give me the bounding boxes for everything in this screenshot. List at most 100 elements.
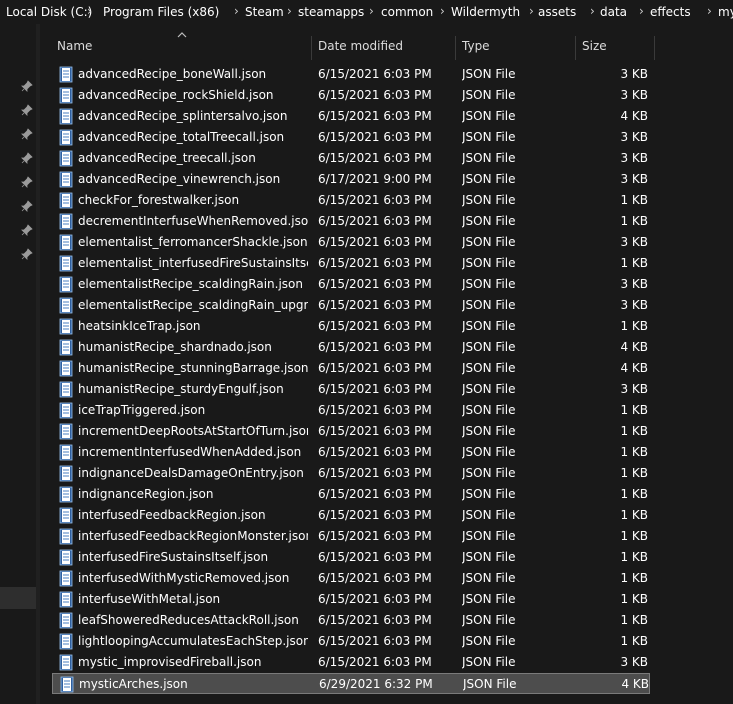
file-name: interfusedFireSustainsItself.json xyxy=(78,550,269,564)
file-row[interactable]: humanistRecipe_stunningBarrage.json 6/15/… xyxy=(52,358,650,379)
nav-pane-splitter[interactable] xyxy=(36,24,40,704)
json-file-icon xyxy=(59,633,73,650)
breadcrumb-item-wildermyth[interactable]: Wildermyth xyxy=(451,5,520,19)
breadcrumb-item-mystic[interactable]: mystic xyxy=(718,5,733,19)
file-row[interactable]: incrementInterfusedWhenAdded.json 6/15/20… xyxy=(52,442,650,463)
file-size: 4 KB xyxy=(621,677,649,691)
file-row[interactable]: leafShoweredReducesAttackRoll.json 6/15/2… xyxy=(52,610,650,631)
breadcrumb-item-data[interactable]: data xyxy=(600,5,627,19)
file-name: interfusedFeedbackRegion.json xyxy=(78,508,266,522)
chevron-right-icon[interactable]: › xyxy=(87,4,92,18)
breadcrumb-item-effects[interactable]: effects xyxy=(650,5,691,19)
file-row[interactable]: iceTrapTriggered.json 6/15/2021 6:03 PM JS… xyxy=(52,400,650,421)
file-row[interactable]: interfuseWithMetal.json 6/15/2021 6:03 PM… xyxy=(52,589,650,610)
file-row[interactable]: interfusedFeedbackRegionMonster.json 6/15… xyxy=(52,526,650,547)
breadcrumb-item-assets[interactable]: assets xyxy=(538,5,576,19)
pin-icon[interactable] xyxy=(21,224,33,236)
file-row[interactable]: advancedRecipe_splintersalvo.json 6/15/20… xyxy=(52,106,650,127)
file-row[interactable]: elementalistRecipe_scaldingRain_upgrad..… xyxy=(52,295,650,316)
json-file-icon xyxy=(59,465,73,482)
pin-icon[interactable] xyxy=(21,80,33,92)
file-size: 1 KB xyxy=(620,403,648,417)
file-size: 3 KB xyxy=(620,235,648,249)
pin-icon[interactable] xyxy=(21,248,33,260)
breadcrumb-item-common[interactable]: common xyxy=(381,5,433,19)
chevron-right-icon[interactable]: › xyxy=(529,4,534,18)
column-divider[interactable] xyxy=(311,36,312,60)
json-file-icon xyxy=(59,549,73,566)
column-divider[interactable] xyxy=(654,36,655,60)
file-type: JSON File xyxy=(462,319,516,333)
breadcrumb-item-steam[interactable]: Steam xyxy=(245,5,284,19)
pin-icon[interactable] xyxy=(21,104,33,116)
file-row[interactable]: decrementInterfuseWhenRemoved.json 6/15/2… xyxy=(52,211,650,232)
file-row[interactable]: advancedRecipe_boneWall.json 6/15/2021 6:… xyxy=(52,64,650,85)
file-date-modified: 6/15/2021 6:03 PM xyxy=(318,592,432,606)
json-file-icon xyxy=(59,192,73,209)
file-row[interactable]: mystic_improvisedFireball.json 6/15/2021 … xyxy=(52,652,650,673)
chevron-right-icon[interactable]: › xyxy=(234,4,239,18)
nav-selected-item[interactable] xyxy=(0,587,36,609)
file-row[interactable]: elementalistRecipe_scaldingRain.json 6/15… xyxy=(52,274,650,295)
pin-icon[interactable] xyxy=(21,176,33,188)
file-row[interactable]: interfusedFeedbackRegion.json 6/15/2021 6… xyxy=(52,505,650,526)
file-type: JSON File xyxy=(462,466,516,480)
file-type: JSON File xyxy=(462,424,516,438)
file-row[interactable]: advancedRecipe_rockShield.json 6/15/2021 … xyxy=(52,85,650,106)
file-row[interactable]: heatsinkIceTrap.json 6/15/2021 6:03 PM JSO… xyxy=(52,316,650,337)
chevron-right-icon[interactable]: › xyxy=(369,4,374,18)
chevron-right-icon[interactable]: › xyxy=(707,4,712,18)
column-divider[interactable] xyxy=(455,36,456,60)
file-type: JSON File xyxy=(462,298,516,312)
file-date-modified: 6/15/2021 6:03 PM xyxy=(318,235,432,249)
file-row[interactable]: humanistRecipe_shardnado.json 6/15/2021 6… xyxy=(52,337,650,358)
chevron-right-icon[interactable]: › xyxy=(287,4,292,18)
column-header-name[interactable]: Name xyxy=(57,39,92,53)
column-header-size[interactable]: Size xyxy=(582,39,607,53)
pin-icon[interactable] xyxy=(21,128,33,140)
file-date-modified: 6/15/2021 6:03 PM xyxy=(318,613,432,627)
file-row[interactable]: checkFor_forestwalker.json 6/15/2021 6:03… xyxy=(52,190,650,211)
file-row[interactable]: interfusedFireSustainsItself.json 6/15/20… xyxy=(52,547,650,568)
file-row[interactable]: lightloopingAccumulatesEachStep.json 6/15… xyxy=(52,631,650,652)
column-header-type[interactable]: Type xyxy=(462,39,490,53)
file-row[interactable]: advancedRecipe_treecall.json 6/15/2021 6:… xyxy=(52,148,650,169)
file-row[interactable]: indignanceRegion.json 6/15/2021 6:03 PM JS… xyxy=(52,484,650,505)
file-date-modified: 6/15/2021 6:03 PM xyxy=(318,382,432,396)
chevron-right-icon[interactable]: › xyxy=(590,4,595,18)
file-row[interactable]: interfusedWithMysticRemoved.json 6/15/202… xyxy=(52,568,650,589)
file-row[interactable]: elementalist_interfusedFireSustainsItsel… xyxy=(52,253,650,274)
file-row[interactable]: humanistRecipe_sturdyEngulf.json 6/15/202… xyxy=(52,379,650,400)
file-row[interactable]: elementalist_ferromancerShackle.json 6/15… xyxy=(52,232,650,253)
file-row[interactable]: indignanceDealsDamageOnEntry.json 6/15/20… xyxy=(52,463,650,484)
chevron-right-icon[interactable]: › xyxy=(440,4,445,18)
column-header-date-modified[interactable]: Date modified xyxy=(318,39,403,53)
file-date-modified: 6/15/2021 6:03 PM xyxy=(318,571,432,585)
json-file-icon xyxy=(59,318,73,335)
file-row[interactable]: advancedRecipe_totalTreecall.json 6/15/20… xyxy=(52,127,650,148)
file-row[interactable]: advancedRecipe_vinewrench.json 6/17/2021 … xyxy=(52,169,650,190)
file-size: 1 KB xyxy=(620,214,648,228)
pin-icon[interactable] xyxy=(21,200,33,212)
chevron-right-icon[interactable]: › xyxy=(639,4,644,18)
file-size: 4 KB xyxy=(620,361,648,375)
file-type: JSON File xyxy=(462,382,516,396)
file-size: 3 KB xyxy=(620,655,648,669)
file-type: JSON File xyxy=(462,130,516,144)
file-size: 1 KB xyxy=(620,193,648,207)
breadcrumb-item-local-disk[interactable]: Local Disk (C:) xyxy=(6,5,92,19)
file-type: JSON File xyxy=(462,613,516,627)
file-date-modified: 6/15/2021 6:03 PM xyxy=(318,130,432,144)
pin-icon[interactable] xyxy=(21,152,33,164)
file-row[interactable]: mysticArches.json 6/29/2021 6:32 PM JSON F… xyxy=(52,673,650,694)
file-type: JSON File xyxy=(462,109,516,123)
json-file-icon xyxy=(59,570,73,587)
breadcrumb-item-steamapps[interactable]: steamapps xyxy=(298,5,364,19)
file-row[interactable]: incrementDeepRootsAtStartOfTurn.json 6/15… xyxy=(52,421,650,442)
file-name: elementalist_interfusedFireSustainsItsel… xyxy=(78,256,308,270)
breadcrumb-item-program-files[interactable]: Program Files (x86) xyxy=(103,5,219,19)
file-size: 3 KB xyxy=(620,382,648,396)
file-date-modified: 6/15/2021 6:03 PM xyxy=(318,445,432,459)
file-size: 4 KB xyxy=(620,109,648,123)
column-divider[interactable] xyxy=(575,36,576,60)
